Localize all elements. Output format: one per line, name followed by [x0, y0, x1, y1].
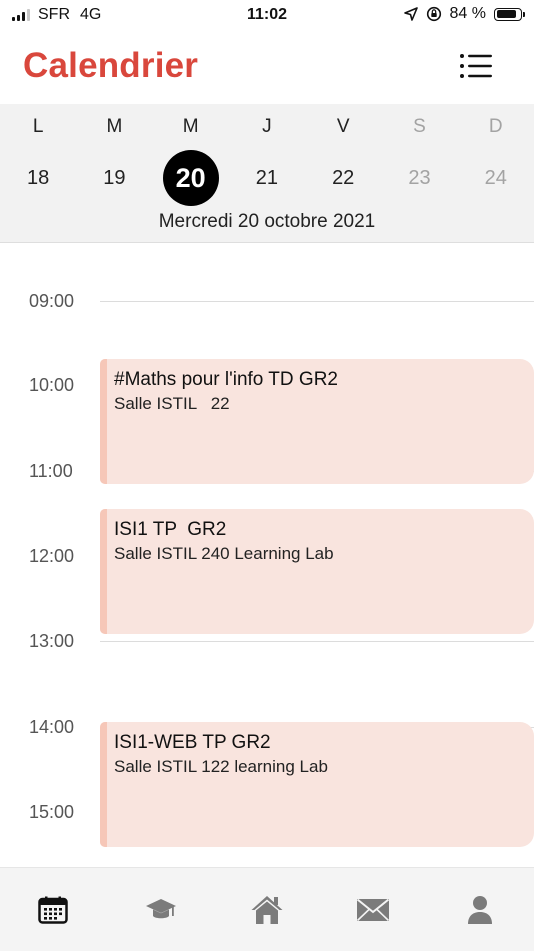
page-title: Calendrier: [23, 46, 199, 85]
hour-label: 13:00: [29, 631, 75, 651]
selected-day-number: 20: [162, 150, 219, 206]
tab-profile[interactable]: [460, 890, 500, 930]
location-arrow-icon: [403, 7, 418, 21]
selected-date: Mercredi 20 octobre 2021: [158, 211, 376, 232]
event-title: ISI1 TP GR2: [114, 519, 227, 540]
day-cell[interactable]: 18: [0, 150, 76, 206]
list-menu-button[interactable]: [458, 50, 498, 84]
hour-divider: [100, 641, 534, 642]
event-card[interactable]: ISI1-WEB TP GR2 Salle ISTIL 122 learning …: [100, 722, 534, 847]
event-room: Salle ISTIL 240 Learning Lab: [114, 544, 334, 563]
tab-calendar[interactable]: [33, 890, 73, 930]
weekday-letter: M: [182, 116, 199, 137]
tab-home[interactable]: [247, 890, 287, 930]
day-number: 18: [27, 167, 50, 189]
event-accent-bar: [100, 722, 107, 847]
header: Calendrier: [0, 34, 534, 104]
day-cell[interactable]: 23: [381, 150, 457, 206]
battery-fill: [496, 10, 516, 18]
hour-row: 13:00: [0, 631, 534, 651]
day-cell[interactable]: 20: [153, 150, 229, 206]
weekday-letter: V: [336, 116, 350, 137]
event-title: ISI1-WEB TP GR2: [114, 732, 271, 753]
hour-divider: [100, 301, 534, 302]
day-number: 24: [484, 167, 507, 189]
hour-label: 15:00: [29, 802, 75, 822]
event-room: Salle ISTIL 22: [114, 394, 230, 413]
tab-bar: [0, 867, 534, 951]
user-icon: [468, 896, 492, 924]
battery-icon: [494, 7, 525, 21]
calendar-icon: [38, 896, 68, 924]
hour-label: 14:00: [29, 717, 75, 737]
status-right: 84 %: [403, 5, 525, 23]
event-title: #Maths pour l'info TD GR2: [114, 369, 338, 390]
hour-label: 12:00: [29, 546, 75, 566]
event-card[interactable]: #Maths pour l'info TD GR2 Salle ISTIL 22: [100, 359, 534, 484]
day-cell[interactable]: 22: [305, 150, 381, 206]
hour-label: 10:00: [29, 375, 75, 395]
day-number: 22: [332, 167, 355, 189]
hour-label: 11:00: [29, 461, 73, 481]
tab-courses[interactable]: [141, 890, 181, 930]
day-cell[interactable]: 24: [458, 150, 534, 206]
list-menu-icon: [460, 54, 492, 78]
home-icon: [251, 896, 283, 924]
day-number: 23: [408, 167, 431, 189]
event-card[interactable]: ISI1 TP GR2 Salle ISTIL 240 Learning Lab: [100, 509, 534, 634]
event-accent-bar: [100, 359, 107, 484]
status-bar: SFR 4G 11:02 84 %: [0, 0, 534, 34]
weekday-letter: J: [262, 116, 272, 137]
tab-messages[interactable]: [353, 890, 393, 930]
day-cell[interactable]: 21: [229, 150, 305, 206]
event-accent-bar: [100, 509, 107, 634]
hour-label: 09:00: [29, 291, 75, 311]
day-number: 19: [103, 167, 126, 189]
weekday-letter: S: [413, 116, 426, 137]
day-number: 21: [255, 167, 279, 189]
graduation-cap-icon: [146, 899, 176, 919]
day-timeline[interactable]: 09:00 10:00 11:00 12:00 13:00 14:00 15:00 #Math…: [0, 243, 534, 867]
weekday-letter: D: [488, 116, 503, 137]
weekday-letters: LMMJVSD: [0, 116, 534, 138]
weekday-letter: L: [32, 116, 44, 137]
weekday-numbers: 18 19 20 21 22 23 24: [0, 150, 534, 206]
rotation-lock-icon: [426, 6, 441, 22]
weekday-letter: M: [106, 116, 123, 137]
hour-row: 09:00: [0, 291, 534, 311]
event-room: Salle ISTIL 122 learning Lab: [114, 757, 328, 776]
battery-percentage: 84 %: [449, 5, 486, 22]
mail-icon: [356, 898, 390, 922]
day-cell[interactable]: 19: [76, 150, 152, 206]
week-strip: L M M J V S D 18 19 20 21 22 23 24 Mercredi 20 octob…: [0, 104, 534, 243]
